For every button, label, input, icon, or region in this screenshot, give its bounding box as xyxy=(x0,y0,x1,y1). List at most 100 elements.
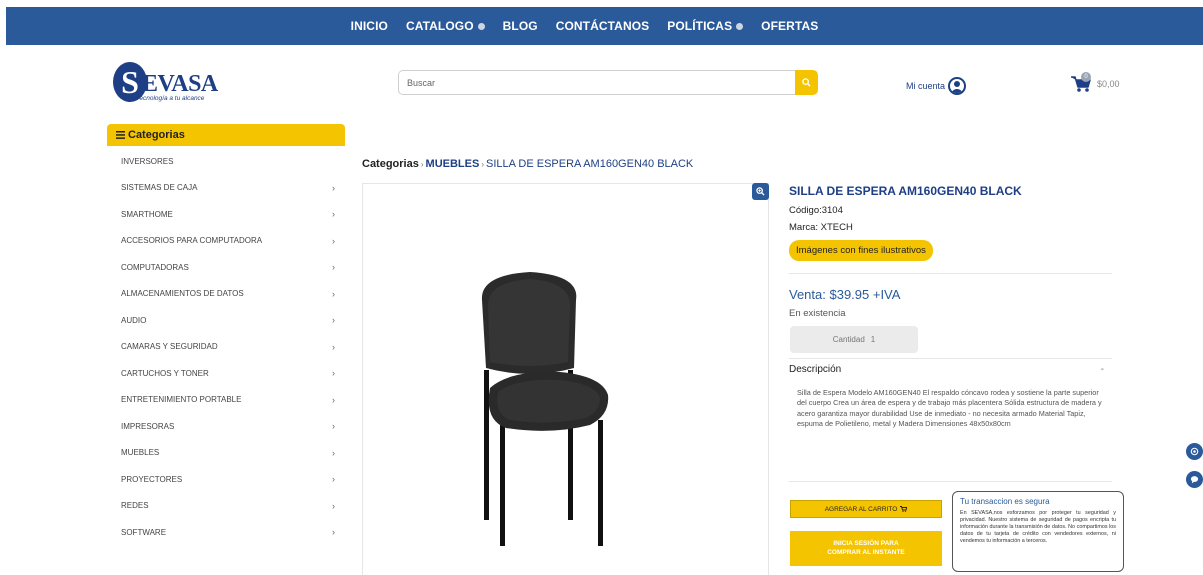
nav-item-ofertas[interactable]: OFERTAS xyxy=(752,19,827,33)
chevron-right-icon: › xyxy=(332,288,335,299)
category-label: AUDIO xyxy=(121,315,147,325)
product-price: Venta: $39.95 +IVA xyxy=(789,287,901,302)
sidebar-category-item[interactable]: COMPUTADORAS › xyxy=(107,254,345,281)
divider xyxy=(789,358,1112,359)
category-label: CAMARAS Y SEGURIDAD xyxy=(121,342,218,352)
nav-item-políticas[interactable]: POLÍTICAS xyxy=(658,19,752,33)
category-label: SISTEMAS DE CAJA xyxy=(121,183,198,193)
chat-button[interactable] xyxy=(1186,471,1203,488)
category-label: PROYECTORES xyxy=(121,474,183,484)
chevron-right-icon: › xyxy=(332,500,335,511)
product-brand: Marca: XTECH xyxy=(789,222,853,233)
sidebar-category-item[interactable]: PROYECTORES › xyxy=(107,466,345,493)
chevron-right-icon: › xyxy=(332,474,335,485)
sidebar-category-item[interactable]: INVERSORES xyxy=(107,148,345,175)
chevron-right-icon: › xyxy=(332,394,335,405)
category-label: ACCESORIOS PARA COMPUTADORA xyxy=(121,236,263,246)
whatsapp-icon xyxy=(1190,447,1199,456)
cart-count-badge: 0 xyxy=(1081,72,1091,82)
search-bar xyxy=(398,70,818,95)
breadcrumb-current: SILLA DE ESPERA AM160GEN40 BLACK xyxy=(485,158,694,170)
breadcrumb-separator: › xyxy=(420,160,424,169)
chevron-right-icon: › xyxy=(332,182,335,193)
add-to-cart-button[interactable]: AGREGAR AL CARRITO xyxy=(790,500,942,518)
search-input[interactable] xyxy=(398,70,795,95)
sidebar-category-item[interactable]: ACCESORIOS PARA COMPUTADORA › xyxy=(107,228,345,255)
sidebar-category-item[interactable]: ALMACENAMIENTOS DE DATOS › xyxy=(107,281,345,308)
chevron-right-icon: › xyxy=(332,341,335,352)
login-to-buy-button[interactable]: INICIA SESIÓN PARA COMPRAR AL INSTANTE xyxy=(790,531,942,566)
sidebar-category-item[interactable]: SISTEMAS DE CAJA › xyxy=(107,175,345,202)
sidebar-category-item[interactable]: MUEBLES › xyxy=(107,440,345,467)
sidebar-category-item[interactable]: CARTUCHOS Y TONER › xyxy=(107,360,345,387)
account-link[interactable]: Mi cuenta xyxy=(906,77,967,95)
chevron-down-icon xyxy=(477,22,485,30)
sidebar-category-item[interactable]: REDES › xyxy=(107,493,345,520)
categories-header[interactable]: Categorias xyxy=(107,124,345,146)
breadcrumb-category[interactable]: MUEBLES xyxy=(426,158,480,170)
chevron-right-icon: › xyxy=(332,235,335,246)
search-icon xyxy=(802,78,811,87)
cart-link[interactable]: 0 $0,00 xyxy=(1070,72,1120,93)
top-nav-bar: INICIO CATALOGO BLOG CONTÁCTANOS POLÍTICAS OF… xyxy=(6,7,1203,45)
nav-item-label: OFERTAS xyxy=(761,19,819,33)
nav-item-label: INICIO xyxy=(350,19,388,33)
cart-icon: 0 xyxy=(1070,72,1092,93)
nav-item-catalogo[interactable]: CATALOGO xyxy=(397,19,494,33)
categories-header-label: Categorias xyxy=(128,129,185,141)
buy-now-line2: COMPRAR AL INSTANTE xyxy=(827,548,905,556)
add-to-cart-label: AGREGAR AL CARRITO xyxy=(824,505,898,513)
cart-icon xyxy=(900,506,908,512)
sidebar-category-item[interactable]: ENTRETENIMIENTO PORTABLE › xyxy=(107,387,345,414)
product-image-chair xyxy=(481,272,609,546)
description-toggle[interactable]: Descripción - xyxy=(789,364,1112,375)
sidebar-category-item[interactable]: SOFTWARE › xyxy=(107,519,345,546)
sidebar-category-item[interactable]: AUDIO › xyxy=(107,307,345,334)
buy-now-line1: INICIA SESIÓN PARA xyxy=(833,540,899,547)
description-text: Silla de Espera Modelo AM160GEN40 El res… xyxy=(797,388,1102,429)
product-title: SILLA DE ESPERA AM160GEN40 BLACK xyxy=(789,184,1022,198)
nav-item-blog[interactable]: BLOG xyxy=(494,19,547,33)
cart-total: $0,00 xyxy=(1097,79,1120,89)
chevron-right-icon: › xyxy=(332,368,335,379)
nav-item-inicio[interactable]: INICIO xyxy=(342,19,397,33)
category-label: ALMACENAMIENTOS DE DATOS xyxy=(121,289,244,299)
nav-item-label: CONTÁCTANOS xyxy=(555,19,650,33)
chat-bubble-icon xyxy=(1190,476,1199,484)
category-label: REDES xyxy=(121,501,149,511)
nav-item-label: BLOG xyxy=(502,19,538,33)
nav-item-label: CATALOGO xyxy=(405,19,474,33)
collapse-icon: - xyxy=(1100,364,1104,375)
chevron-right-icon: › xyxy=(332,421,335,432)
category-label: COMPUTADORAS xyxy=(121,262,189,272)
chevron-right-icon: › xyxy=(332,527,335,538)
site-logo[interactable]: S EVASA Tecnología a tu alcance xyxy=(113,62,223,106)
chevron-right-icon: › xyxy=(332,447,335,458)
secure-title: Tu transaccion es segura xyxy=(960,497,1050,506)
account-label: Mi cuenta xyxy=(906,81,946,91)
category-label: INVERSORES xyxy=(121,156,174,166)
category-label: ENTRETENIMIENTO PORTABLE xyxy=(121,395,242,405)
sidebar-category-item[interactable]: IMPRESORAS › xyxy=(107,413,345,440)
category-label: CARTUCHOS Y TONER xyxy=(121,368,209,378)
nav-item-label: POLÍTICAS xyxy=(667,19,733,33)
category-list: INVERSORES SISTEMAS DE CAJA › SMARTHOME › ACC… xyxy=(107,148,345,546)
quantity-label: Cantidad xyxy=(832,335,865,344)
secure-transaction-box: Tu transaccion es segura En SEVASA,nos e… xyxy=(952,491,1124,572)
sidebar-category-item[interactable]: SMARTHOME › xyxy=(107,201,345,228)
category-label: IMPRESORAS xyxy=(121,421,175,431)
quantity-value: 1 xyxy=(870,335,876,344)
divider xyxy=(789,481,1112,482)
zoom-button[interactable] xyxy=(752,183,769,200)
quantity-field[interactable]: Cantidad 1 xyxy=(790,326,918,353)
breadcrumb-root[interactable]: Categorias xyxy=(362,158,419,170)
sidebar-category-item[interactable]: CAMARAS Y SEGURIDAD › xyxy=(107,334,345,361)
chevron-right-icon: › xyxy=(332,315,335,326)
nav-menu: INICIO CATALOGO BLOG CONTÁCTANOS POLÍTICAS OF… xyxy=(342,19,828,33)
nav-item-contáctanos[interactable]: CONTÁCTANOS xyxy=(547,19,659,33)
user-icon xyxy=(948,77,967,95)
secure-text: En SEVASA,nos esforzamos por proteger tu… xyxy=(960,510,1116,545)
whatsapp-button[interactable] xyxy=(1186,443,1203,460)
divider xyxy=(789,273,1112,274)
search-button[interactable] xyxy=(795,70,818,95)
